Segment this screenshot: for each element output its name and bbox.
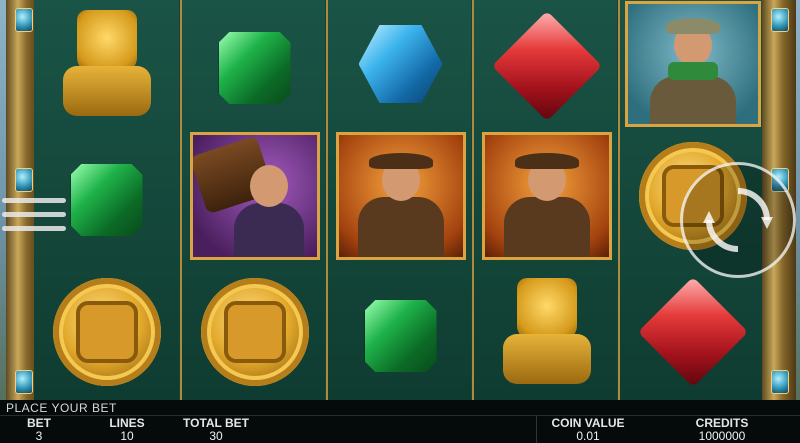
golden-idol-symbol <box>499 278 595 386</box>
pillar-gem-icon <box>771 370 789 394</box>
lines-value: 10 <box>120 429 134 443</box>
blue-gem-symbol <box>358 25 443 103</box>
hamburger-icon[interactable] <box>2 198 68 252</box>
pillar-gem-icon <box>771 8 789 32</box>
game-stage <box>0 0 800 400</box>
green-gem-symbol <box>70 164 143 236</box>
golden-idol-symbol <box>59 10 155 118</box>
total-bet-stat: TOTAL BET 30 <box>176 417 256 443</box>
divider <box>536 416 537 443</box>
credits-value: 1000000 <box>698 429 746 443</box>
bet-stat[interactable]: BET 3 <box>22 417 56 443</box>
lady-explorer-character-symbol <box>624 1 761 127</box>
reel-cell <box>474 2 619 130</box>
porter-character-symbol <box>189 132 320 260</box>
spin-button[interactable] <box>680 162 796 278</box>
reel-3 <box>326 0 471 400</box>
green-gem-symbol <box>364 300 437 372</box>
pillar-gem-icon <box>15 168 33 192</box>
total-bet-value: 30 <box>209 429 223 443</box>
reel-cell <box>328 272 473 400</box>
reel-cell <box>474 132 619 260</box>
coin-value-stat[interactable]: COIN VALUE 0.01 <box>546 417 630 443</box>
reel-cell <box>474 268 619 396</box>
reel-cell <box>620 268 765 396</box>
gold-coin-symbol <box>200 278 309 386</box>
pillar-gem-icon <box>15 8 33 32</box>
reel-area <box>34 0 765 400</box>
status-message: PLACE YOUR BET <box>6 401 117 415</box>
bet-value: 3 <box>35 429 43 443</box>
spin-arrows-icon <box>703 188 773 252</box>
reel-4 <box>472 0 617 400</box>
explorer-character-symbol <box>481 132 612 260</box>
reel-2 <box>180 0 325 400</box>
reel-cell <box>182 132 327 260</box>
reel-cell <box>620 0 765 128</box>
reel-cell <box>182 268 327 396</box>
lines-stat[interactable]: LINES 10 <box>102 417 152 443</box>
gold-coin-symbol <box>52 278 161 386</box>
reel-cell <box>328 0 473 128</box>
reel-cell <box>34 0 179 128</box>
red-gem-symbol <box>491 10 602 122</box>
red-gem-symbol <box>637 276 748 388</box>
coin-value-value: 0.01 <box>576 429 600 443</box>
bottom-bar: PLACE YOUR BET BET 3 LINES 10 TOTAL BET … <box>0 400 800 443</box>
credits-stat: CREDITS 1000000 <box>680 417 764 443</box>
green-gem-symbol <box>218 32 291 104</box>
reel-cell <box>182 4 327 132</box>
pillar-gem-icon <box>15 370 33 394</box>
reel-cell <box>34 268 179 396</box>
explorer-character-symbol <box>335 132 466 260</box>
reel-cell <box>328 132 473 260</box>
